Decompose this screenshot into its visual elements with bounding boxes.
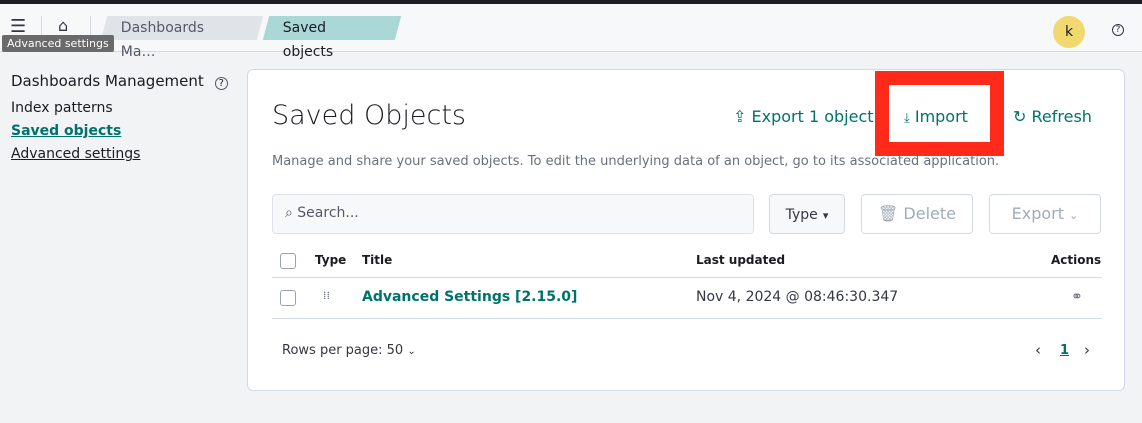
- export-all-button[interactable]: ⇪ Export 1 object: [733, 107, 874, 126]
- next-page-button[interactable]: ›: [1084, 341, 1090, 359]
- column-title[interactable]: Title: [362, 253, 392, 267]
- page-description: Manage and share your saved objects. To …: [272, 154, 1000, 169]
- type-label: Type: [785, 207, 818, 223]
- refresh-icon: ↻: [1013, 107, 1027, 126]
- column-actions: Actions: [1051, 253, 1102, 267]
- refresh-button[interactable]: ↻ Refresh: [1013, 107, 1092, 126]
- header: ☰ ⌂ Dashboards Ma… Saved objects Advance…: [0, 4, 1142, 60]
- search-icon: ⌕: [285, 205, 293, 221]
- refresh-label: Refresh: [1031, 107, 1092, 126]
- avatar[interactable]: k: [1053, 16, 1085, 48]
- export-label: Export 1 object: [751, 107, 874, 126]
- breadcrumb-dashboards-management[interactable]: Dashboards Ma…: [100, 16, 264, 60]
- breadcrumb-saved-objects: Saved objects: [262, 16, 402, 60]
- page-1-button[interactable]: 1: [1060, 343, 1069, 358]
- column-type[interactable]: Type: [315, 253, 346, 267]
- help-icon[interactable]: ?: [1112, 24, 1124, 36]
- relationships-icon[interactable]: ⚭: [1071, 289, 1083, 305]
- tooltip: Advanced settings: [2, 35, 114, 52]
- delete-button[interactable]: 🗑 Delete: [861, 194, 973, 234]
- menu-icon[interactable]: ☰: [10, 16, 26, 37]
- sidebar-title-text: Dashboards Management: [11, 72, 204, 90]
- divider: [272, 318, 1102, 319]
- sidebar-item-advanced-settings[interactable]: Advanced settings: [11, 146, 228, 162]
- type-filter[interactable]: Type ▾: [769, 194, 845, 234]
- sidebar-item-index-patterns[interactable]: Index patterns: [11, 100, 228, 116]
- sidebar-item-saved-objects[interactable]: Saved objects: [11, 123, 228, 139]
- chevron-down-icon: ⌄: [1069, 209, 1079, 222]
- settings-type-icon: ⁞⁞: [323, 289, 330, 302]
- row-title-link[interactable]: Advanced Settings [2.15.0]: [362, 289, 577, 305]
- breadcrumb-label: Saved objects: [282, 20, 334, 60]
- rows-per-page-label: Rows per page: 50: [282, 343, 404, 358]
- rows-per-page-selector[interactable]: Rows per page: 50 ⌄: [282, 343, 416, 358]
- column-last-updated[interactable]: Last updated: [696, 253, 785, 267]
- chevron-down-icon: ⌄: [407, 346, 416, 357]
- breadcrumb-label: Dashboards Ma…: [120, 20, 205, 60]
- export-button[interactable]: Export ⌄: [989, 194, 1101, 234]
- chevron-down-icon: ▾: [822, 209, 829, 222]
- export-icon: ⇪: [733, 107, 747, 126]
- search-placeholder: Search...: [297, 205, 359, 221]
- sidebar: Dashboards Management ? Index patterns S…: [11, 72, 228, 169]
- row-checkbox[interactable]: [280, 290, 296, 306]
- export-menu-label: Export: [1011, 204, 1065, 223]
- page-title: Saved Objects: [272, 100, 466, 131]
- highlight-box: [875, 71, 1004, 156]
- row-last-updated: Nov 4, 2024 @ 08:46:30.347: [696, 289, 899, 305]
- delete-label: Delete: [903, 204, 956, 223]
- trash-icon: 🗑: [878, 204, 899, 223]
- sidebar-title: Dashboards Management ?: [11, 72, 228, 90]
- prev-page-button[interactable]: ‹: [1035, 341, 1041, 359]
- divider: [272, 277, 1102, 278]
- help-icon[interactable]: ?: [214, 77, 228, 90]
- home-icon[interactable]: ⌂: [58, 16, 68, 35]
- select-all-checkbox[interactable]: [280, 253, 296, 269]
- search-input[interactable]: ⌕ Search...: [272, 194, 754, 234]
